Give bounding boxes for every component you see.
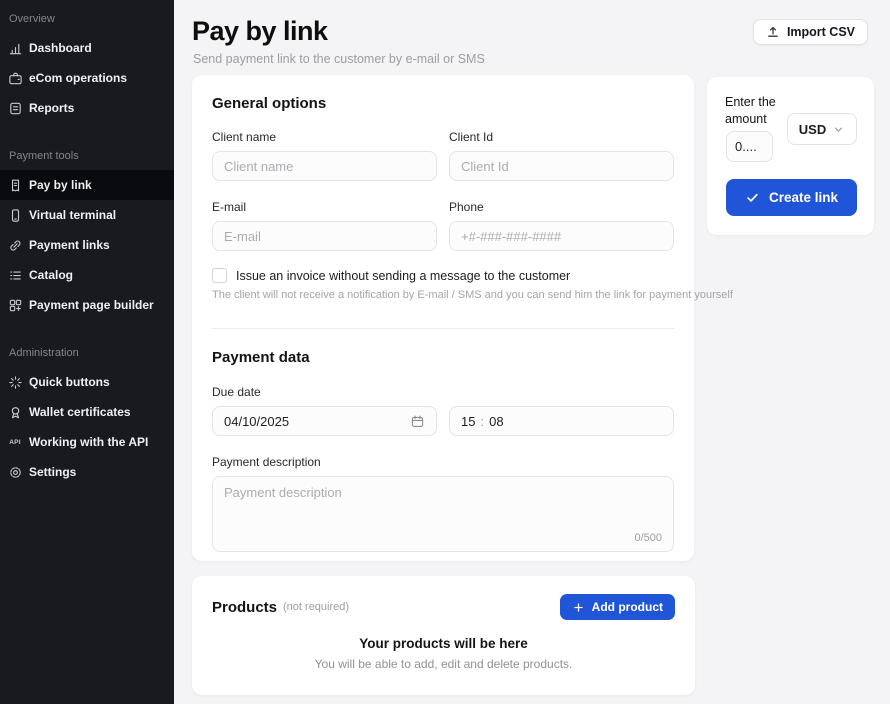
payment-description-input[interactable] xyxy=(213,477,673,531)
calendar-icon[interactable] xyxy=(410,414,425,429)
medal-icon xyxy=(7,404,23,420)
due-time-separator: : xyxy=(480,414,484,429)
sidebar-item-label: Quick buttons xyxy=(29,375,110,389)
issue-invoice-label: Issue an invoice without sending a messa… xyxy=(236,269,570,283)
sidebar-item-label: Settings xyxy=(29,465,76,479)
general-options-heading: General options xyxy=(212,95,674,112)
chevron-down-icon xyxy=(832,123,845,136)
email-label: E-mail xyxy=(212,200,437,214)
add-product-label: Add product xyxy=(592,600,663,614)
sidebar-section-payment-tools: Payment tools Pay by link Virtual terminal… xyxy=(0,150,174,320)
page-title: Pay by link xyxy=(192,16,328,47)
sidebar-item-label: Working with the API xyxy=(29,435,148,449)
sidebar-item-label: Wallet certificates xyxy=(29,405,131,419)
sidebar-section-overview: Overview Dashboard eCom operations Reports xyxy=(0,13,174,123)
sparkle-icon xyxy=(7,374,23,390)
api-icon: API xyxy=(7,434,23,450)
phone-icon xyxy=(7,207,23,223)
issue-invoice-checkbox[interactable] xyxy=(212,268,227,283)
products-note: (not required) xyxy=(283,601,349,613)
sidebar-item-label: Pay by link xyxy=(29,178,92,192)
create-link-button[interactable]: Create link xyxy=(726,179,857,216)
phone-label: Phone xyxy=(449,200,674,214)
sidebar-section-label: Administration xyxy=(0,347,174,359)
amount-panel: Enter the amount USD Create link xyxy=(707,77,874,235)
sidebar-item-label: Reports xyxy=(29,101,74,115)
form-card: General options Client name Client Id E-… xyxy=(192,75,694,561)
grid-plus-icon xyxy=(7,297,23,313)
sidebar-item-catalog[interactable]: Catalog xyxy=(0,260,174,290)
payment-data-heading: Payment data xyxy=(212,349,674,366)
sidebar-item-label: Payment links xyxy=(29,238,110,252)
amount-input[interactable] xyxy=(726,131,773,162)
create-link-label: Create link xyxy=(769,190,838,205)
currency-value: USD xyxy=(799,122,826,137)
briefcase-icon xyxy=(7,70,23,86)
sidebar-section-label: Overview xyxy=(0,13,174,25)
sidebar-item-quick-buttons[interactable]: Quick buttons xyxy=(0,367,174,397)
due-date-input[interactable]: 04/10/2025 xyxy=(212,406,437,436)
phone-input[interactable] xyxy=(449,221,674,251)
plus-icon xyxy=(572,601,585,614)
payment-description-label: Payment description xyxy=(212,455,674,469)
client-name-label: Client name xyxy=(212,130,437,144)
sidebar-item-wallet-certificates[interactable]: Wallet certificates xyxy=(0,397,174,427)
sidebar-item-label: Virtual terminal xyxy=(29,208,116,222)
sidebar-item-label: Catalog xyxy=(29,268,73,282)
page-subtitle: Send payment link to the customer by e-m… xyxy=(193,52,485,66)
client-name-input[interactable] xyxy=(212,151,437,181)
invoice-icon xyxy=(7,177,23,193)
due-date-label: Due date xyxy=(212,385,674,399)
link-icon xyxy=(7,237,23,253)
due-time-input[interactable]: 15 : 08 xyxy=(449,406,674,436)
products-card: Products (not required) Add product Your… xyxy=(192,576,695,695)
import-csv-label: Import CSV xyxy=(787,25,855,39)
sidebar-item-reports[interactable]: Reports xyxy=(0,93,174,123)
sidebar-section-administration: Administration Quick buttons Wallet certif… xyxy=(0,347,174,487)
currency-select[interactable]: USD xyxy=(787,113,857,145)
sidebar-item-virtual-terminal[interactable]: Virtual terminal xyxy=(0,200,174,230)
sidebar-item-dashboard[interactable]: Dashboard xyxy=(0,33,174,63)
sidebar-section-label: Payment tools xyxy=(0,150,174,162)
sidebar-item-settings[interactable]: Settings xyxy=(0,457,174,487)
client-id-input[interactable] xyxy=(449,151,674,181)
character-counter: 0/500 xyxy=(634,532,662,544)
bar-chart-icon xyxy=(7,40,23,56)
report-icon xyxy=(7,100,23,116)
sidebar-item-payment-page-builder[interactable]: Payment page builder xyxy=(0,290,174,320)
sidebar-item-label: eCom operations xyxy=(29,71,127,85)
sidebar: Overview Dashboard eCom operations Reports P… xyxy=(0,0,174,704)
sidebar-item-label: Dashboard xyxy=(29,41,92,55)
client-id-label: Client Id xyxy=(449,130,674,144)
section-divider xyxy=(212,328,674,329)
due-time-minute: 08 xyxy=(489,414,503,429)
enter-amount-label: Enter the amount xyxy=(725,94,789,128)
sidebar-item-ecom-operations[interactable]: eCom operations xyxy=(0,63,174,93)
products-empty-title: Your products will be here xyxy=(212,636,675,651)
upload-icon xyxy=(766,25,780,39)
products-heading: Products xyxy=(212,599,277,616)
due-time-hour: 15 xyxy=(461,414,475,429)
sidebar-item-working-with-the-api[interactable]: API Working with the API xyxy=(0,427,174,457)
products-empty-subtitle: You will be able to add, edit and delete… xyxy=(212,657,675,671)
check-icon xyxy=(745,190,760,205)
issue-invoice-helper-text: The client will not receive a notificati… xyxy=(212,289,674,301)
sidebar-item-label: Payment page builder xyxy=(29,298,154,312)
sidebar-item-payment-links[interactable]: Payment links xyxy=(0,230,174,260)
gear-icon xyxy=(7,464,23,480)
sidebar-item-pay-by-link[interactable]: Pay by link xyxy=(0,170,174,200)
list-icon xyxy=(7,267,23,283)
import-csv-button[interactable]: Import CSV xyxy=(753,19,868,45)
add-product-button[interactable]: Add product xyxy=(560,594,675,620)
email-input[interactable] xyxy=(212,221,437,251)
due-date-value: 04/10/2025 xyxy=(224,414,289,429)
